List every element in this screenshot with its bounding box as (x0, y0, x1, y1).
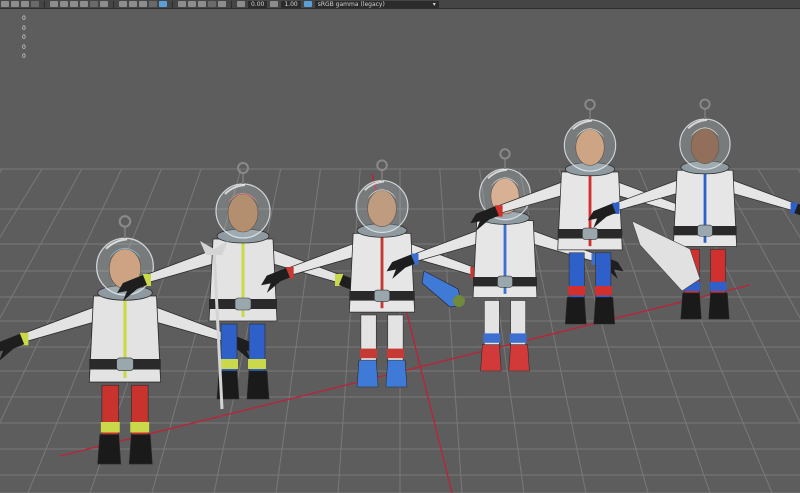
shadows-icon[interactable] (159, 1, 167, 7)
helmet-bubble (563, 119, 617, 172)
antenna-ring (237, 162, 249, 174)
ray-gun-prop (421, 270, 465, 308)
left-boot (680, 292, 702, 320)
colorspace-label: sRGB gamma (legacy) (317, 0, 385, 8)
right-knee-band (248, 359, 266, 369)
lighting-icon[interactable] (149, 1, 157, 7)
toolbar-separator (113, 0, 114, 8)
belt-buckle (234, 297, 252, 311)
isolate-select-icon[interactable] (188, 1, 196, 7)
antenna-ring (699, 98, 711, 110)
ray-gun-tip (453, 295, 465, 307)
helmet-bubble (355, 180, 409, 234)
wireframe-icon[interactable] (119, 1, 127, 7)
left-boot (97, 434, 122, 465)
grid-line (337, 168, 361, 493)
right-boot (708, 292, 730, 320)
right-knee-band (594, 286, 612, 296)
left-knee-band (483, 333, 501, 343)
left-knee-band (220, 359, 238, 369)
chevron-down-icon: ▾ (432, 0, 436, 8)
character-3 (261, 159, 503, 388)
exposure-field[interactable]: 0.00 (248, 0, 268, 8)
left-knee-band (100, 422, 120, 433)
left-boot (356, 359, 379, 388)
safe-action-icon[interactable] (100, 1, 108, 7)
helmet-bubble (679, 118, 731, 170)
toolbar-separator (44, 0, 45, 8)
motion-blur-icon[interactable] (208, 1, 216, 7)
ambient-occlusion-icon[interactable] (198, 1, 206, 7)
right-knee-band (709, 281, 727, 292)
left-boot (480, 344, 502, 372)
textured-icon[interactable] (139, 1, 147, 7)
left-boot (564, 297, 587, 325)
gamma-field[interactable]: 1.00 (281, 0, 301, 8)
belt-buckle (582, 227, 598, 240)
belt-buckle (497, 275, 513, 288)
right-boot (246, 370, 270, 400)
right-knee-band (130, 422, 150, 433)
gamma-icon[interactable] (270, 1, 279, 7)
belt-buckle (116, 357, 134, 371)
camera-icon[interactable] (50, 1, 58, 7)
3d-viewport[interactable] (0, 9, 800, 493)
resolution-gate-icon[interactable] (90, 1, 98, 7)
right-boot (128, 434, 153, 465)
grid-line (275, 168, 321, 493)
antenna-ring (118, 215, 132, 228)
toolbar-icon-group (0, 0, 227, 8)
right-knee-band (386, 348, 405, 359)
left-arm (19, 305, 97, 344)
left-knee-band (359, 348, 378, 359)
grid-line (0, 168, 3, 174)
colorspace-dropdown[interactable]: sRGB gamma (legacy) ▾ (314, 0, 439, 8)
grid-icon[interactable] (70, 1, 78, 7)
exposure-icon[interactable] (237, 1, 245, 7)
grid-line (439, 168, 463, 493)
helmet-bubble (215, 183, 271, 239)
film-gate-icon[interactable] (80, 1, 88, 7)
anti-alias-icon[interactable] (218, 1, 226, 7)
bookmark-icon[interactable] (60, 1, 68, 7)
xray-icon[interactable] (178, 1, 186, 7)
select-tool-icon[interactable] (1, 1, 9, 7)
right-arm (730, 178, 799, 213)
belt-buckle (374, 289, 390, 302)
right-boot (593, 297, 616, 325)
toolbar-separator (231, 0, 232, 8)
rotate-tool-icon[interactable] (21, 1, 29, 7)
color-manage-icon[interactable] (303, 1, 312, 7)
antenna-ring (499, 148, 511, 160)
move-tool-icon[interactable] (11, 1, 19, 7)
right-boot (508, 344, 530, 372)
scale-tool-icon[interactable] (31, 1, 39, 7)
right-knee-band (509, 333, 527, 343)
smooth-shade-icon[interactable] (129, 1, 137, 7)
viewport-toolbar: 0.00 1.00 sRGB gamma (legacy) ▾ (0, 0, 800, 9)
left-knee-band (568, 286, 586, 296)
belt-buckle (697, 224, 713, 237)
right-boot (385, 359, 408, 388)
grid-line (757, 168, 800, 238)
antenna-ring (584, 98, 596, 111)
toolbar-separator (172, 0, 173, 8)
